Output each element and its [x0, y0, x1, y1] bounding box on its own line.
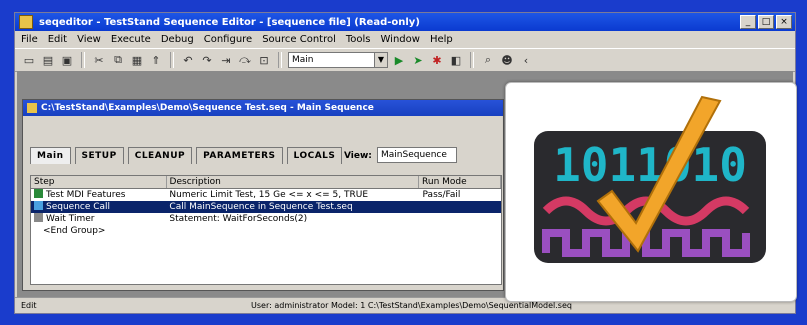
step-mode: Pass/Fail — [422, 190, 461, 200]
status-mode: Edit — [21, 301, 37, 310]
tab-setup[interactable]: SETUP — [74, 147, 124, 164]
step-name: Wait Timer — [46, 214, 95, 224]
sequence-file-icon — [27, 103, 37, 113]
menu-window[interactable]: Window — [381, 34, 420, 45]
maximize-icon[interactable]: □ — [758, 15, 774, 29]
new-file-icon[interactable]: ▭ — [21, 52, 37, 68]
column-header-step[interactable]: Step — [31, 176, 167, 188]
sequence-call-icon — [34, 201, 43, 210]
undo-icon[interactable]: ↶ — [180, 52, 196, 68]
sequence-window-title: C:\TestStand\Examples\Demo\Sequence Test… — [41, 103, 374, 113]
grid-header: Step Description Run Mode — [31, 176, 501, 189]
single-pass-icon[interactable]: ◧ — [448, 52, 464, 68]
back-icon[interactable]: ‹ — [518, 52, 534, 68]
tab-locals[interactable]: LOCALS — [286, 147, 343, 164]
step-name: <End Group> — [43, 226, 106, 236]
tab-cleanup[interactable]: CLEANUP — [127, 147, 193, 164]
menu-debug[interactable]: Debug — [161, 34, 194, 45]
run-entry-icon[interactable]: ➤ — [410, 52, 426, 68]
copy-icon[interactable]: ⧉ — [110, 52, 126, 68]
menu-configure[interactable]: Configure — [204, 34, 252, 45]
table-row[interactable]: Test MDI Features Numeric Limit Test, 15… — [31, 189, 501, 201]
find-icon[interactable]: ⌕ — [480, 52, 496, 68]
wait-step-icon — [34, 213, 43, 222]
tab-main[interactable]: Main — [30, 147, 71, 164]
menu-source-control[interactable]: Source Control — [262, 34, 336, 45]
step-description: Call MainSequence in Sequence Test.seq — [169, 202, 353, 212]
menu-tools[interactable]: Tools — [346, 34, 371, 45]
title-bar: seqeditor - TestStand Sequence Editor - … — [15, 13, 795, 31]
step-over-icon[interactable]: ⤼ — [237, 52, 253, 68]
menu-execute[interactable]: Execute — [111, 34, 151, 45]
run-icon[interactable]: ▶ — [391, 52, 407, 68]
close-icon[interactable]: × — [776, 15, 792, 29]
paste-icon[interactable]: ▦ — [129, 52, 145, 68]
redo-icon[interactable]: ↷ — [199, 52, 215, 68]
save-icon[interactable]: ▣ — [59, 52, 75, 68]
minimize-icon[interactable]: _ — [740, 15, 756, 29]
pin-icon[interactable]: ⇑ — [148, 52, 164, 68]
adapter-combo-value: Main — [292, 55, 314, 65]
view-combo[interactable]: MainSequence — [377, 147, 457, 163]
menu-edit[interactable]: Edit — [48, 34, 67, 45]
table-row[interactable]: Sequence Call Call MainSequence in Seque… — [31, 201, 501, 213]
menu-view[interactable]: View — [77, 34, 101, 45]
menu-file[interactable]: File — [21, 34, 38, 45]
step-group-tabs: Main SETUP CLEANUP PARAMETERS LOCALS — [30, 147, 343, 164]
users-icon[interactable]: ☻ — [499, 52, 515, 68]
numeric-step-icon — [34, 189, 43, 198]
step-description: Numeric Limit Test, 15 Ge <= x <= 5, TRU… — [169, 190, 369, 200]
open-icon[interactable]: ▤ — [40, 52, 56, 68]
sequence-window-title-bar: C:\TestStand\Examples\Demo\Sequence Test… — [23, 100, 503, 116]
checkmark-logo-icon: 1011010 — [534, 95, 766, 263]
step-description — [173, 225, 421, 237]
app-icon — [19, 15, 33, 29]
table-row[interactable]: Wait Timer Statement: WaitForSeconds(2) — [31, 213, 501, 225]
step-name: Test MDI Features — [46, 190, 126, 200]
binary-digits: 1011010 — [553, 138, 747, 192]
cut-icon[interactable]: ✂ — [91, 52, 107, 68]
chevron-down-icon: ▼ — [374, 53, 387, 67]
column-header-run-mode[interactable]: Run Mode — [419, 176, 501, 188]
step-name: Sequence Call — [46, 202, 111, 212]
adapter-combo[interactable]: Main ▼ — [288, 52, 388, 68]
column-header-description[interactable]: Description — [167, 176, 420, 188]
step-mode — [420, 213, 501, 225]
step-mode — [421, 225, 501, 237]
test-uut-icon[interactable]: ✱ — [429, 52, 445, 68]
toolbar-separator — [170, 52, 174, 68]
steps-grid: Step Description Run Mode Test MDI Featu… — [30, 175, 502, 285]
tab-parameters[interactable]: PARAMETERS — [196, 147, 283, 164]
teststand-logo-overlay: 1011010 — [505, 82, 797, 302]
toolbar-separator — [81, 52, 85, 68]
toolbar-separator — [470, 52, 474, 68]
toolbar-separator — [278, 52, 282, 68]
breakpoint-icon[interactable]: ⊡ — [256, 52, 272, 68]
step-description: Statement: WaitForSeconds(2) — [169, 214, 308, 224]
menu-bar: File Edit View Execute Debug Configure S… — [15, 31, 795, 47]
table-row[interactable]: <End Group> — [31, 225, 501, 237]
view-combo-value: MainSequence — [381, 150, 447, 160]
window-title: seqeditor - TestStand Sequence Editor - … — [39, 16, 420, 28]
step-icon[interactable]: ⇥ — [218, 52, 234, 68]
toolbar: ▭ ▤ ▣ ✂ ⧉ ▦ ⇑ ↶ ↷ ⇥ ⤼ ⊡ Main ▼ ▶ ➤ ✱ ◧ ⌕… — [15, 48, 795, 72]
step-mode — [420, 201, 501, 213]
menu-help[interactable]: Help — [430, 34, 453, 45]
view-label: View: — [344, 151, 372, 161]
